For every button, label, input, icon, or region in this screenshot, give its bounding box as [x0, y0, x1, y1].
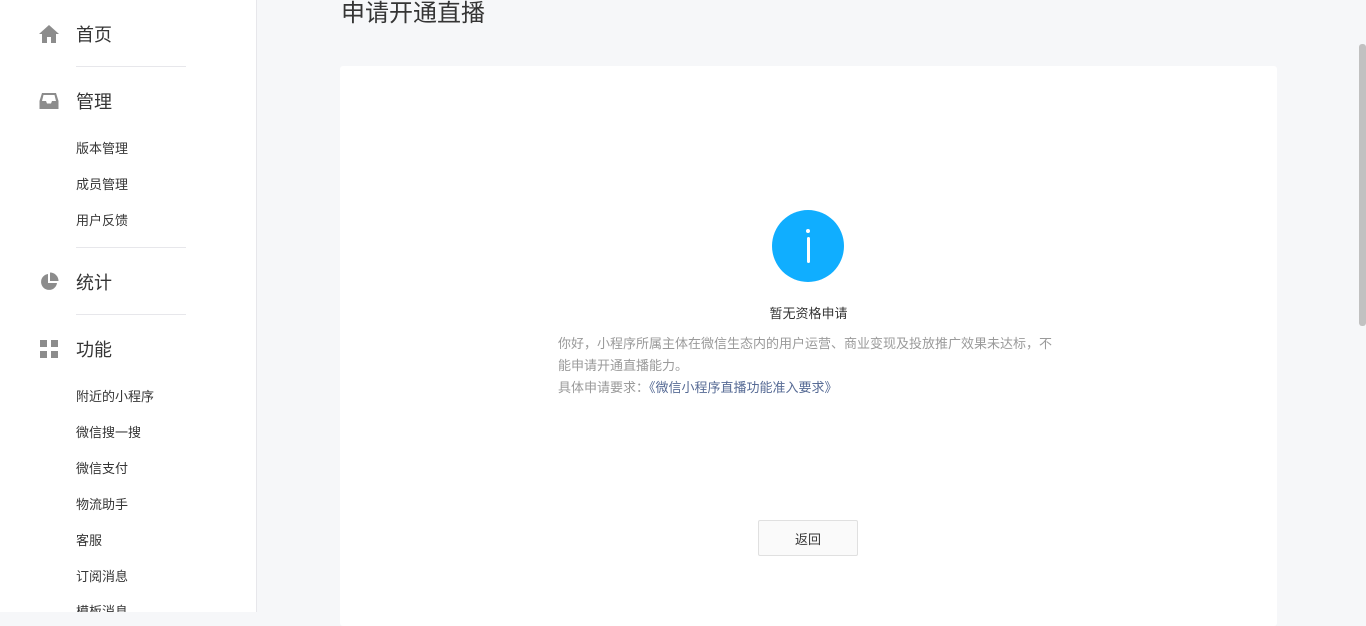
nav-item-nearby-miniprogram[interactable]: 附近的小程序	[76, 389, 154, 407]
nav-stats-label: 统计	[76, 273, 112, 294]
nav-manage-label: 管理	[76, 92, 112, 113]
nav-stats[interactable]: 统计	[38, 267, 112, 297]
nav-item-wechat-search[interactable]: 微信搜一搜	[76, 425, 141, 443]
nav-home-label: 首页	[76, 25, 112, 46]
status-title: 暂无资格申请	[769, 307, 848, 322]
nav-item-customer-service[interactable]: 客服	[76, 533, 102, 551]
requirement-line: 具体申请要求：《微信小程序直播功能准入要求》	[558, 378, 1058, 400]
nav-item-template-messages[interactable]: 模板消息	[76, 604, 128, 612]
nav-item-user-feedback[interactable]: 用户反馈	[76, 213, 128, 231]
nav-manage[interactable]: 管理	[38, 86, 112, 116]
nav-features-label: 功能	[76, 340, 112, 361]
divider	[76, 314, 186, 315]
requirement-link[interactable]: 《微信小程序直播功能准入要求》	[649, 381, 838, 396]
page-title: 申请开通直播	[341, 0, 485, 27]
grid-icon	[38, 338, 60, 360]
pie-chart-icon	[38, 271, 60, 293]
description-text: 你好，小程序所属主体在微信生态内的用户运营、商业变现及投放推广效果未达标，不能申…	[558, 337, 1053, 374]
requirement-prefix: 具体申请要求：	[558, 381, 650, 396]
info-icon	[772, 210, 844, 282]
nav-features[interactable]: 功能	[38, 334, 112, 364]
nav-item-logistics-assistant[interactable]: 物流助手	[76, 497, 128, 515]
home-icon	[38, 23, 60, 45]
content-card: 暂无资格申请 你好，小程序所属主体在微信生态内的用户运营、商业变现及投放推广效果…	[340, 66, 1277, 626]
divider	[76, 247, 186, 248]
scrollbar[interactable]	[1359, 44, 1366, 326]
nav-item-subscription-messages[interactable]: 订阅消息	[76, 569, 128, 587]
nav-item-member-management[interactable]: 成员管理	[76, 177, 128, 195]
nav-home[interactable]: 首页	[38, 19, 112, 49]
sidebar: 首页 管理 版本管理 成员管理 用户反馈 统计 功能 附近的小程序 微信搜一搜 …	[0, 0, 257, 612]
description-block: 你好，小程序所属主体在微信生态内的用户运营、商业变现及投放推广效果未达标，不能申…	[558, 334, 1058, 400]
nav-item-wechat-pay[interactable]: 微信支付	[76, 461, 128, 479]
back-button[interactable]: 返回	[758, 520, 858, 556]
inbox-icon	[38, 90, 60, 112]
nav-item-version-management[interactable]: 版本管理	[76, 141, 128, 159]
divider	[76, 66, 186, 67]
